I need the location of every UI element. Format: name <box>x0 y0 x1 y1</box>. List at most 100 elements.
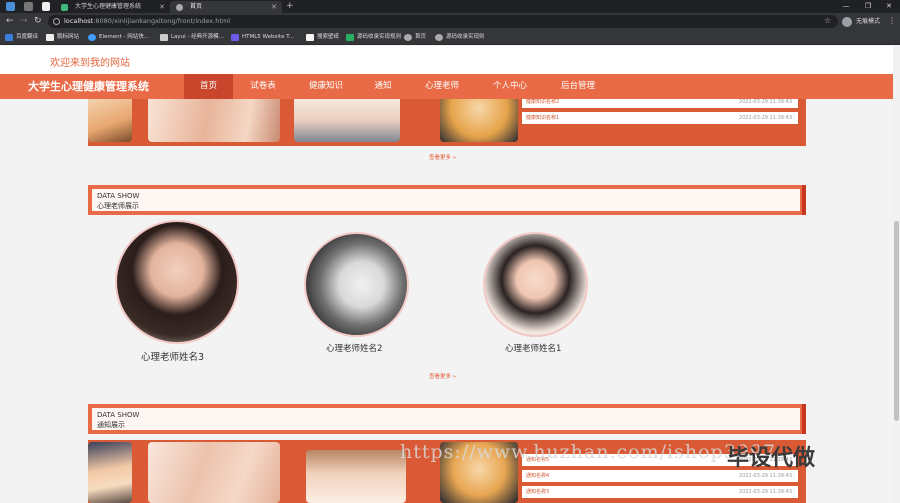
layui-icon <box>160 34 168 41</box>
bookmark-label: 鹅标网站 <box>57 34 80 40</box>
globe-icon <box>404 34 412 41</box>
knowledge-strip: 健康知识名称2 2022-03-29 11:39:43 健康知识名称1 2022… <box>88 94 806 146</box>
notices-section-header: DATA SHOW 通知展示 <box>88 404 806 434</box>
site-title: 大学生心理健康管理系统 <box>28 80 149 93</box>
teachers-more-link[interactable]: 查看更多 » <box>429 372 456 380</box>
watermark-label: 毕设代做 <box>727 446 816 471</box>
main-nav: 大学生心理健康管理系统 首页 试卷表 健康知识 通知 心理老师 个人中心 后台管… <box>0 74 900 99</box>
watermark-url: https://www.huzhan.com/ishop3997 <box>400 441 777 463</box>
teacher-avatar-2[interactable] <box>304 232 409 337</box>
close-window-icon[interactable]: ✕ <box>879 0 899 12</box>
vue-icon <box>61 4 68 11</box>
bookmark-item[interactable]: 百度翻译 <box>5 30 38 45</box>
knowledge-more-link[interactable]: 查看更多 » <box>429 153 456 161</box>
profile-button[interactable]: 无痕模式 <box>842 15 880 28</box>
address-input[interactable]: localhost:8080/xinlijiankangxitong/front… <box>48 15 838 28</box>
globe-icon <box>176 4 183 11</box>
close-icon[interactable]: ✕ <box>159 1 165 13</box>
minimize-icon[interactable]: — <box>836 0 856 12</box>
bookmark-item[interactable]: HTML5 Website T... <box>231 30 294 45</box>
address-host: localhost <box>64 17 94 25</box>
page-scrollbar[interactable] <box>893 46 900 503</box>
new-tab-icon[interactable]: + <box>286 0 294 12</box>
reload-icon[interactable]: ↻ <box>34 16 42 27</box>
element-icon <box>88 34 96 41</box>
nav-exam[interactable]: 试卷表 <box>240 74 286 99</box>
teachers-section-header: DATA SHOW 心理老师展示 <box>88 185 806 215</box>
nav-admin[interactable]: 后台管理 <box>550 74 606 99</box>
bookmark-item[interactable]: Element - 网站快... <box>88 30 149 45</box>
teacher-name-1[interactable]: 心理老师姓名1 <box>505 342 561 354</box>
bookmark-label: 源码收录实现规则 <box>357 34 402 40</box>
bookmark-label: HTML5 Website T... <box>242 34 295 40</box>
bookmark-star-icon[interactable]: ☆ <box>824 16 831 25</box>
nav-teachers[interactable]: 心理老师 <box>414 74 470 99</box>
knowledge-image-4[interactable] <box>440 94 518 142</box>
notice-image-1[interactable] <box>88 442 132 503</box>
profile-label: 无痕模式 <box>856 18 881 25</box>
notice-image-2[interactable] <box>148 442 280 503</box>
tab-title: 首页 <box>190 3 203 10</box>
browser-tab-strip: 大学生心理健康管理系统 ✕ 首页 ✕ + — ❐ ✕ <box>0 0 900 13</box>
incognito-icon <box>842 17 852 27</box>
bookmark-item[interactable]: Layui - 经典开源模... <box>160 30 224 45</box>
teacher-name-2[interactable]: 心理老师姓名2 <box>326 342 382 354</box>
scrollbar-thumb[interactable] <box>894 221 899 421</box>
knowledge-image-3[interactable] <box>294 94 400 142</box>
knowledge-image-1[interactable] <box>88 94 132 142</box>
section-en-title: DATA SHOW <box>97 411 140 419</box>
teacher-avatar-1[interactable] <box>483 232 588 337</box>
list-item-title: 健康知识名称1 <box>526 115 560 121</box>
bookmark-label: Element - 网站快... <box>99 34 149 40</box>
nav-knowledge[interactable]: 健康知识 <box>298 74 354 99</box>
address-bar-row: ← → ↻ localhost:8080/xinlijiankangxitong… <box>0 13 900 30</box>
tab-system[interactable]: 大学生心理健康管理系统 ✕ <box>55 1 170 13</box>
back-icon[interactable]: ← <box>6 16 14 27</box>
close-icon[interactable]: ✕ <box>271 1 277 13</box>
bookmarks-bar: 百度翻译 鹅标网站 Element - 网站快... Layui - 经典开源模… <box>0 30 900 45</box>
list-item-title: 健康知识名称2 <box>526 99 560 105</box>
section-header-inner: DATA SHOW 通知展示 <box>92 408 800 430</box>
list-item-date: 2022-03-29 11:39:43 <box>738 489 792 495</box>
forward-icon[interactable]: → <box>20 16 28 27</box>
bookmark-item[interactable]: 鹅标网站 <box>46 30 79 45</box>
restore-icon[interactable]: ❐ <box>858 0 878 12</box>
pinned-tab-icon[interactable] <box>24 2 33 11</box>
bookmark-item[interactable]: 源码收录实现则 <box>435 30 485 45</box>
nav-profile[interactable]: 个人中心 <box>482 74 538 99</box>
folder-icon <box>46 34 54 41</box>
tab-search-icon[interactable] <box>6 2 15 11</box>
tab-title: 大学生心理健康管理系统 <box>75 3 142 10</box>
list-item-date: 2022-03-29 11:39:43 <box>738 115 792 121</box>
section-cn-title: 心理老师展示 <box>97 202 139 210</box>
knowledge-image-2[interactable] <box>148 94 280 142</box>
knowledge-list: 健康知识名称2 2022-03-29 11:39:43 健康知识名称1 2022… <box>518 94 806 146</box>
bookmark-item[interactable]: 首页 <box>404 30 426 45</box>
bookmark-item[interactable]: 搜索壁纸 <box>306 30 339 45</box>
translate-icon <box>5 34 13 41</box>
bookmark-label: 搜索壁纸 <box>317 34 340 40</box>
list-item[interactable]: 健康知识名称1 2022-03-29 11:39:43 <box>522 112 798 124</box>
pinned-tab-icon-2[interactable] <box>42 2 50 11</box>
bookmark-label: 源码收录实现则 <box>446 34 485 40</box>
bookmark-label: Layui - 经典开源模... <box>171 34 224 40</box>
section-cn-title: 通知展示 <box>97 421 125 429</box>
teacher-name-3[interactable]: 心理老师姓名3 <box>141 349 204 363</box>
source-icon <box>346 34 354 41</box>
html5-icon <box>231 34 239 41</box>
tab-home[interactable]: 首页 ✕ <box>170 1 282 13</box>
list-item-title: 通知名称4 <box>526 473 550 479</box>
welcome-text: 欢迎来到我的网站 <box>50 58 130 69</box>
bookmark-label: 百度翻译 <box>16 34 39 40</box>
info-icon[interactable] <box>53 18 60 25</box>
notice-image-3[interactable] <box>306 450 406 503</box>
list-item-title: 通知名称3 <box>526 489 550 495</box>
nav-home[interactable]: 首页 <box>184 74 233 99</box>
page-viewport: 健康知识名称2 2022-03-29 11:39:43 健康知识名称1 2022… <box>0 46 900 503</box>
teacher-avatar-3[interactable] <box>115 220 239 344</box>
bookmark-item[interactable]: 源码收录实现规则 <box>346 30 401 45</box>
section-en-title: DATA SHOW <box>97 192 140 200</box>
menu-icon[interactable]: ⋮ <box>888 16 896 25</box>
list-item[interactable]: 通知名称3 2022-03-29 11:39:43 <box>522 486 798 498</box>
nav-notice[interactable]: 通知 <box>366 74 400 99</box>
